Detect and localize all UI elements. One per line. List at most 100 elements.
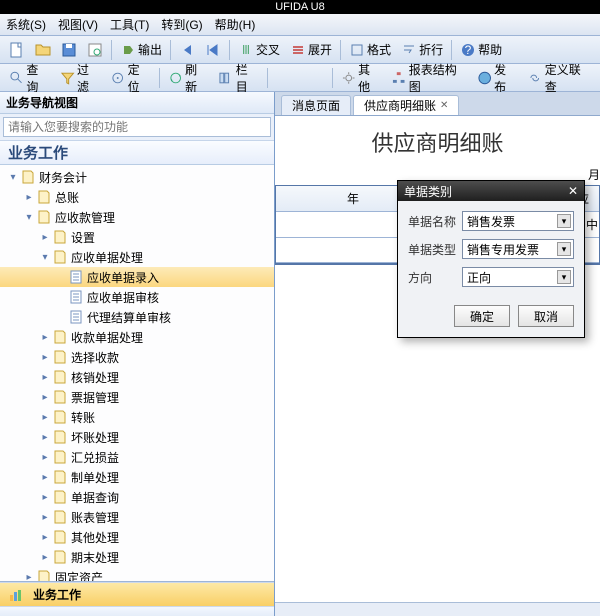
tb-def-link[interactable]: 定义联查 <box>523 59 595 97</box>
combo-doc-name[interactable]: 销售发票▾ <box>462 211 574 231</box>
tb-open[interactable] <box>31 40 55 60</box>
tree-label: 设置 <box>71 229 95 246</box>
twisty-icon[interactable]: ▾ <box>22 212 36 223</box>
tree-label: 账表管理 <box>71 509 119 526</box>
twisty-icon[interactable]: ▸ <box>38 352 52 363</box>
tree-item[interactable]: 应收单据审核 <box>0 287 274 307</box>
tree-item[interactable]: ▸汇兑损益 <box>0 447 274 467</box>
tb-save[interactable] <box>57 40 81 60</box>
svg-text:?: ? <box>465 43 472 57</box>
cancel-button[interactable]: 取消 <box>518 305 574 327</box>
bottom-tab-other[interactable] <box>0 606 274 616</box>
bottom-tab-business[interactable]: 业务工作 <box>0 582 274 606</box>
menu-goto[interactable]: 转到(G) <box>161 16 202 33</box>
label-doc-name: 单据名称 <box>408 213 462 230</box>
tree-item[interactable]: ▸ 固定资产 <box>0 567 274 581</box>
hscrollbar[interactable] <box>275 602 600 616</box>
twisty-icon[interactable]: ▸ <box>38 492 52 503</box>
tree-label: 选择收款 <box>71 349 119 366</box>
tb-back[interactable] <box>175 40 199 60</box>
menu-tools[interactable]: 工具(T) <box>110 16 149 33</box>
chevron-down-icon[interactable]: ▾ <box>557 270 571 284</box>
twisty-icon[interactable]: ▸ <box>38 472 52 483</box>
twisty-icon[interactable]: ▸ <box>38 412 52 423</box>
separator <box>340 40 341 60</box>
dialog-doc-category: 单据类别 ✕ 单据名称 销售发票▾ 单据类型 销售专用发票▾ 方向 正向▾ 确定 <box>397 180 585 338</box>
menu-help[interactable]: 帮助(H) <box>215 16 256 33</box>
twisty-icon[interactable]: ▸ <box>38 232 52 243</box>
tree-item[interactable]: 应收单据录入 <box>0 267 274 287</box>
tb-other[interactable]: 其他 <box>337 59 386 97</box>
book-icon <box>52 469 68 485</box>
tree-item[interactable]: ▾应收单据处理 <box>0 247 274 267</box>
column-icon <box>218 70 233 86</box>
tab-message[interactable]: 消息页面 <box>281 95 351 115</box>
tree-item[interactable]: ▸ 设置 <box>0 227 274 247</box>
close-icon[interactable]: ✕ <box>440 100 448 111</box>
tb-new[interactable] <box>5 40 29 60</box>
tree-item[interactable]: 代理结算单审核 <box>0 307 274 327</box>
twisty-icon[interactable]: ▸ <box>38 332 52 343</box>
ok-button[interactable]: 确定 <box>454 305 510 327</box>
tree-item[interactable]: ▸其他处理 <box>0 527 274 547</box>
tb-column[interactable]: 栏目 <box>214 59 263 97</box>
combo-doc-type[interactable]: 销售专用发票▾ <box>462 239 574 259</box>
book-icon <box>52 529 68 545</box>
tb-format[interactable]: 格式 <box>345 39 395 60</box>
twisty-icon[interactable]: ▸ <box>38 532 52 543</box>
twisty-icon[interactable]: ▸ <box>38 552 52 563</box>
tb-report-struct[interactable]: 报表结构图 <box>387 59 470 97</box>
book-icon <box>36 189 52 205</box>
menu-system[interactable]: 系统(S) <box>6 16 46 33</box>
tb-preview[interactable] <box>83 40 107 60</box>
twisty-icon[interactable]: ▸ <box>38 432 52 443</box>
tree-item[interactable]: ▸ 账表管理 <box>0 507 274 527</box>
book-icon <box>52 449 68 465</box>
close-icon[interactable]: ✕ <box>568 184 578 198</box>
tb-query[interactable]: 查询 <box>5 59 54 97</box>
tb-cross[interactable]: Ⅲ交叉 <box>234 39 284 60</box>
twisty-icon[interactable]: ▸ <box>38 512 52 523</box>
tree-label: 票据管理 <box>71 389 119 406</box>
tree-item[interactable]: ▸转账 <box>0 407 274 427</box>
tb-filter[interactable]: 过滤 <box>56 59 105 97</box>
twisty-icon[interactable]: ▾ <box>6 172 20 183</box>
book-icon <box>52 229 68 245</box>
tb-wrap[interactable]: 折行 <box>397 39 447 60</box>
twisty-icon[interactable]: ▸ <box>38 372 52 383</box>
tb-first[interactable] <box>201 40 225 60</box>
twisty-icon[interactable]: ▸ <box>38 452 52 463</box>
tb-output[interactable]: 输出 <box>116 39 166 60</box>
help-icon: ? <box>460 42 476 58</box>
tree-label: 应收单据录入 <box>87 269 159 286</box>
tree-item[interactable]: ▾财务会计 <box>0 167 274 187</box>
tb-locate[interactable]: 定位 <box>106 59 155 97</box>
tree-item[interactable]: ▸ 选择收款 <box>0 347 274 367</box>
tb-expand[interactable]: 展开 <box>286 39 336 60</box>
tb-refresh[interactable]: 刷新 <box>164 59 213 97</box>
menu-view[interactable]: 视图(V) <box>58 16 98 33</box>
chevron-down-icon[interactable]: ▾ <box>557 214 571 228</box>
tb-publish[interactable]: 发布 <box>473 59 522 97</box>
tree-item[interactable]: ▸制单处理 <box>0 467 274 487</box>
tree-item[interactable]: ▸核销处理 <box>0 367 274 387</box>
tab-supplier-detail[interactable]: 供应商明细账✕ <box>353 95 459 115</box>
twisty-icon[interactable]: ▾ <box>38 252 52 263</box>
combo-direction[interactable]: 正向▾ <box>462 267 574 287</box>
tree-item[interactable]: ▾应收款管理 <box>0 207 274 227</box>
twisty-icon[interactable]: ▸ <box>22 572 36 582</box>
dialog-titlebar[interactable]: 单据类别 ✕ <box>398 181 584 201</box>
twisty-icon[interactable]: ▸ <box>38 392 52 403</box>
chevron-down-icon[interactable]: ▾ <box>557 242 571 256</box>
sidebar: 业务导航视图 业务工作 ▾财务会计▸总账▾应收款管理▸设置▾应收单据处理应收单据… <box>0 92 275 616</box>
tree-item[interactable]: ▸坏账处理 <box>0 427 274 447</box>
tree-item[interactable]: ▸期末处理 <box>0 547 274 567</box>
tree-item[interactable]: ▸收款单据处理 <box>0 327 274 347</box>
tb-help[interactable]: ?帮助 <box>456 39 506 60</box>
tree-item[interactable]: ▸单据查询 <box>0 487 274 507</box>
tree-item[interactable]: ▸ 票据管理 <box>0 387 274 407</box>
tree-item[interactable]: ▸总账 <box>0 187 274 207</box>
twisty-icon[interactable]: ▸ <box>22 192 36 203</box>
tree-label: 固定资产 <box>55 569 103 582</box>
search-input[interactable] <box>3 117 271 137</box>
